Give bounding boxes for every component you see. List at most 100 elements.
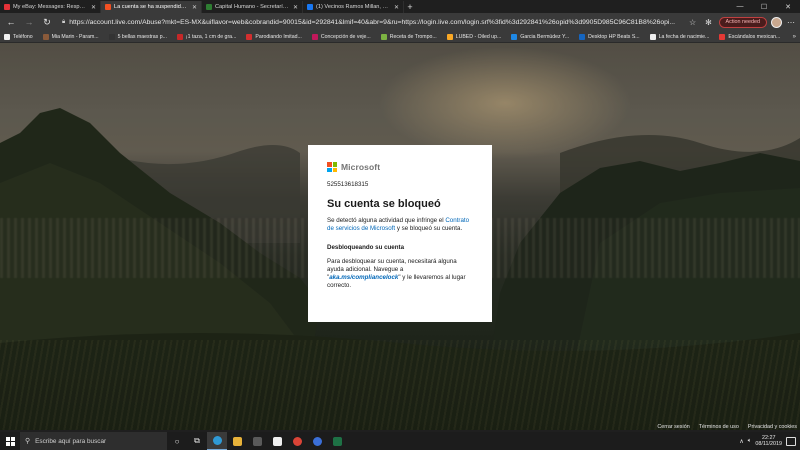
bookmark-item[interactable]: Concepción de veje... xyxy=(311,33,371,40)
bookmark-favicon-icon xyxy=(108,33,115,40)
minimize-button[interactable]: — xyxy=(728,0,752,13)
page-title: Su cuenta se bloqueó xyxy=(327,198,441,210)
bookmark-label: Concepción de veje... xyxy=(320,33,371,40)
new-tab-button[interactable]: + xyxy=(404,1,416,13)
bookmark-label: Teléfono xyxy=(13,33,33,40)
search-icon: ⚲ xyxy=(25,438,31,445)
bookmark-star-icon[interactable]: ☆ xyxy=(687,18,699,27)
chevron-up-icon[interactable]: ∧ xyxy=(739,438,743,445)
clock-date: 08/11/2019 xyxy=(755,441,782,447)
bookmark-favicon-icon xyxy=(246,33,253,40)
browser-toolbar: ← → ↻ 🔒︎ https://account.live.com/Abuse?… xyxy=(0,13,800,31)
reload-icon: ↻ xyxy=(43,16,51,27)
bookmark-favicon-icon xyxy=(42,33,49,40)
notification-icon[interactable] xyxy=(786,436,796,446)
browser-tab[interactable]: Capital Humano - Secretaría de ✕ xyxy=(202,1,303,13)
action-needed-button[interactable]: Action needed xyxy=(718,16,767,28)
forward-button[interactable]: → xyxy=(22,15,36,29)
task-view-button[interactable]: ⧉ xyxy=(187,432,207,450)
address-bar[interactable]: 🔒︎ https://account.live.com/Abuse?mkt=ES… xyxy=(58,16,683,29)
system-tray: ∧ 🔈︎ 22:27 08/11/2019 xyxy=(739,435,800,448)
close-window-button[interactable]: ✕ xyxy=(776,0,800,13)
url-text[interactable]: https://account.live.com/Abuse?mkt=ES-MX… xyxy=(69,19,675,26)
bookmark-favicon-icon xyxy=(649,33,656,40)
intro-text-end: y se bloqueó su cuenta. xyxy=(395,225,463,233)
bookmark-item[interactable]: Desktop HP Beats S... xyxy=(579,33,640,40)
bookmark-item[interactable]: La fecha de nacimie... xyxy=(649,33,710,40)
taskbar-app-excel[interactable] xyxy=(327,432,347,450)
edge-icon xyxy=(212,436,222,445)
back-button[interactable]: ← xyxy=(4,15,18,29)
reload-button[interactable]: ↻ xyxy=(40,15,54,29)
browser-tab[interactable]: La cuenta se ha suspendido tem ✕ xyxy=(101,1,202,13)
bookmark-item[interactable]: Mia Marin - Param... xyxy=(42,33,99,40)
bookmark-label: Garcia Bermúdez Y... xyxy=(520,33,570,40)
microsoft-logo: Microsoft xyxy=(327,162,473,172)
account-locked-card: Microsoft 525513618315 Su cuenta se bloq… xyxy=(308,145,492,322)
store-icon xyxy=(272,436,282,446)
bookmark-label: La fecha de nacimie... xyxy=(658,33,710,40)
tab-favicon-icon xyxy=(4,4,10,10)
media-icon xyxy=(252,436,262,446)
volume-icon[interactable]: 🔈︎ xyxy=(748,438,752,445)
browser-tab[interactable]: My eBay: Messages: Response T✕ xyxy=(0,1,101,13)
bookmark-item[interactable]: LUBED - Oiled up... xyxy=(446,33,501,40)
bookmark-item[interactable]: Teléfono xyxy=(4,33,33,40)
bookmark-item[interactable]: Receta de Trompo... xyxy=(380,33,437,40)
account-identity: 525513618315 xyxy=(327,181,369,188)
maximize-button[interactable]: ☐ xyxy=(752,0,776,13)
taskbar-app-edge[interactable] xyxy=(207,432,227,450)
lock-icon: 🔒︎ xyxy=(62,18,66,25)
bookmark-favicon-icon xyxy=(579,33,586,40)
browser-tab[interactable]: (1) Vecinos Ramos Millan, Tlacot ✕ xyxy=(303,1,404,13)
unlock-paragraph: Para desbloquear su cuenta, necesitará a… xyxy=(327,258,473,291)
more-bookmarks-icon[interactable]: » xyxy=(793,34,796,40)
bookmark-label: Escándalos mexican... xyxy=(728,33,781,40)
more-options-icon[interactable]: ⋯ xyxy=(786,18,796,27)
brand-name: Microsoft xyxy=(341,162,381,172)
taskbar-search[interactable]: ⚲ Escribe aquí para buscar xyxy=(20,432,167,450)
bookmark-favicon-icon xyxy=(4,33,10,40)
microsoft-logo-icon xyxy=(327,162,337,172)
bookmark-label: ¡1 taza, 1 cm de gra... xyxy=(185,33,237,40)
sign-out-link[interactable]: Cerrar sesión xyxy=(657,424,689,430)
clock[interactable]: 22:27 08/11/2019 xyxy=(755,435,782,448)
close-tab-icon[interactable]: ✕ xyxy=(394,4,399,11)
bookmark-item[interactable]: Parodiando Imitad... xyxy=(246,33,302,40)
privacy-link[interactable]: Privacidad y cookies xyxy=(748,424,797,430)
taskbar-app-chrome[interactable] xyxy=(287,432,307,450)
avatar[interactable] xyxy=(771,16,782,28)
arrow-right-icon: → xyxy=(24,17,34,27)
taskbar-app-store[interactable] xyxy=(267,432,287,450)
chrome-icon xyxy=(292,436,302,446)
close-tab-icon[interactable]: ✕ xyxy=(91,4,96,11)
close-tab-icon[interactable]: ✕ xyxy=(293,4,298,11)
tab-title: (1) Vecinos Ramos Millan, Tlacot xyxy=(316,4,391,10)
bookmark-item[interactable]: ¡1 taza, 1 cm de gra... xyxy=(176,33,237,40)
window-controls: — ☐ ✕ xyxy=(728,0,800,13)
tab-favicon-icon xyxy=(206,4,212,10)
taskbar-app-media[interactable] xyxy=(247,432,267,450)
taskbar-app-explorer[interactable] xyxy=(227,432,247,450)
folder-icon xyxy=(232,436,242,446)
tab-list: My eBay: Messages: Response T✕La cuenta … xyxy=(0,1,404,13)
tab-title: Capital Humano - Secretaría de xyxy=(215,4,290,10)
start-button[interactable] xyxy=(0,432,20,450)
windows-icon xyxy=(5,436,15,446)
tab-title: My eBay: Messages: Response T xyxy=(13,4,88,10)
cortana-button[interactable]: ○ xyxy=(167,432,187,450)
bookmark-item[interactable]: Garcia Bermúdez Y... xyxy=(511,33,570,40)
taskbar: ⚲ Escribe aquí para buscar ○ ⧉ ∧ 🔈︎ 22:2… xyxy=(0,432,800,450)
messenger-icon xyxy=(312,436,322,446)
bookmarks-bar: Teléfono Mia Marin - Param... 5 bellas mae… xyxy=(0,31,800,43)
bookmark-item[interactable]: Escándalos mexican... xyxy=(719,33,781,40)
compliancelock-link[interactable]: aka.ms/compliancelock xyxy=(329,274,398,281)
close-tab-icon[interactable]: ✕ xyxy=(192,4,197,11)
terms-link[interactable]: Términos de uso xyxy=(699,424,739,430)
bookmark-favicon-icon xyxy=(176,33,183,40)
bookmark-label: Receta de Trompo... xyxy=(389,33,437,40)
tab-favicon-icon xyxy=(105,4,111,10)
extension-icon[interactable]: ✻ xyxy=(703,18,715,27)
taskbar-app-messenger[interactable] xyxy=(307,432,327,450)
bookmark-item[interactable]: 5 bellas maestras p... xyxy=(108,33,167,40)
